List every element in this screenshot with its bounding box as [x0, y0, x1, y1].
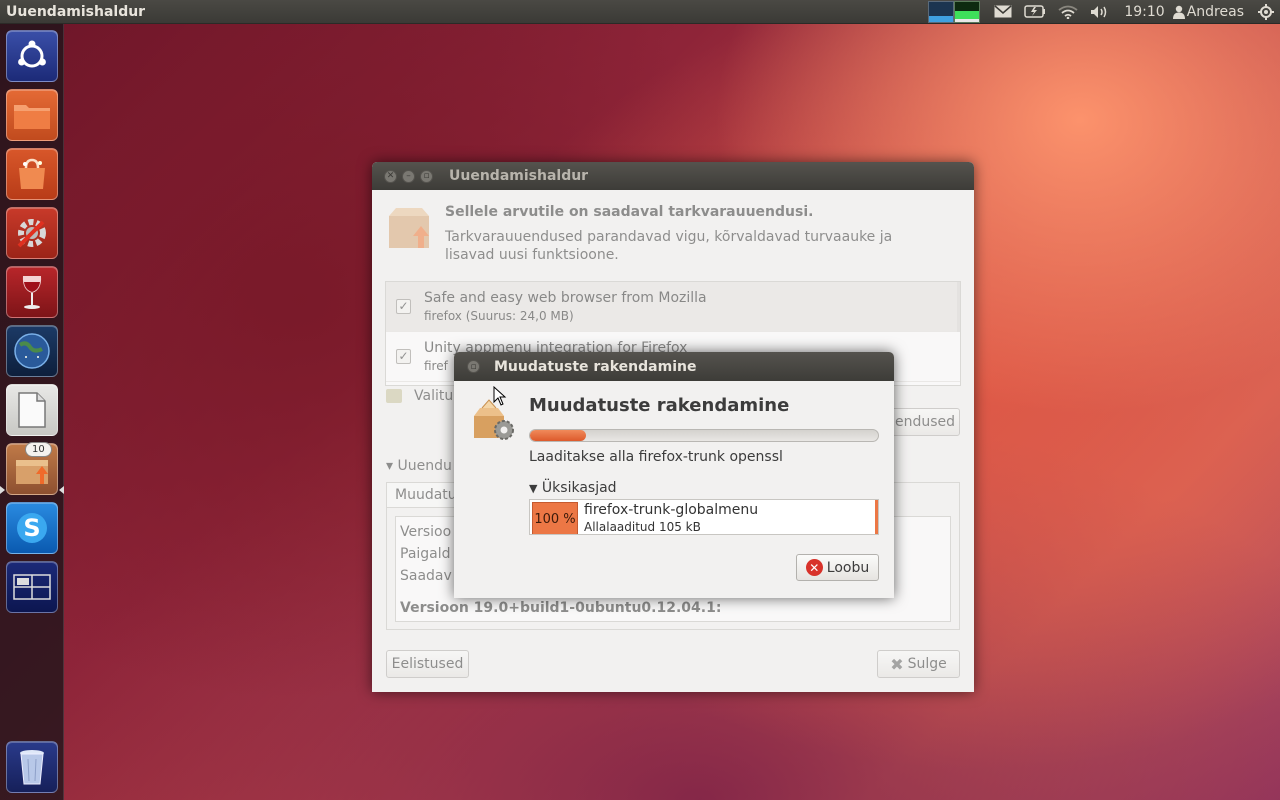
download-progress-bar: [529, 429, 879, 442]
download-percent: 100 %: [532, 502, 578, 534]
mail-icon[interactable]: [988, 0, 1018, 24]
memory-graph: [954, 0, 981, 23]
package-update-icon: [389, 208, 429, 248]
update-manager-icon[interactable]: 10: [6, 442, 58, 495]
close-button-label: Sulge: [907, 656, 947, 672]
active-app-title: Uuendamishaldur: [6, 3, 146, 20]
update-count-badge: 10: [25, 442, 52, 457]
launcher-active-pip: [0, 486, 5, 494]
expander-arrow-icon: ▼: [529, 482, 538, 495]
update-subtitle: firef: [424, 359, 448, 373]
description-expander[interactable]: ▾ Uuendu: [386, 458, 452, 474]
trash-icon[interactable]: [6, 741, 58, 793]
main-window-title: Uuendamishaldur: [449, 168, 589, 184]
top-panel: Uuendamishaldur 19:10 Andreas: [0, 0, 1280, 24]
main-window-heading: Sellele arvutile on saadaval tarkvarauue…: [445, 204, 814, 220]
close-window-button[interactable]: ✕: [384, 169, 397, 183]
session-gear-icon[interactable]: [1250, 0, 1280, 24]
dialog-maximize-button[interactable]: ▫: [467, 360, 480, 373]
details-scrollbar[interactable]: [875, 500, 878, 534]
cancel-x-icon: ✕: [805, 559, 823, 576]
workspace-switcher-icon[interactable]: [6, 561, 58, 613]
update-title: Safe and easy web browser from Mozilla: [424, 290, 707, 306]
small-package-icon: [386, 389, 402, 403]
mouse-pointer-icon: [493, 386, 507, 406]
install-updates-button[interactable]: endused: [884, 408, 960, 436]
minimize-window-button[interactable]: –: [402, 169, 415, 183]
install-updates-label: endused: [894, 414, 955, 430]
changelog-version: Versioon 19.0+build1-0ubuntu0.12.04.1:: [400, 600, 722, 616]
cancel-button[interactable]: ✕ Loobu: [796, 554, 879, 581]
settings-button-label: Eelistused: [391, 656, 464, 672]
main-window-titlebar[interactable]: ✕ – ▫ Uuendamishaldur: [372, 162, 974, 190]
dash-home-icon[interactable]: [6, 30, 58, 82]
selected-summary-text: Valitu: [414, 388, 454, 404]
battery-icon[interactable]: [1018, 0, 1052, 24]
dialog-title: Muudatuste rakendamine: [494, 358, 697, 375]
cancel-button-label: Loobu: [826, 559, 870, 576]
volume-icon[interactable]: [1084, 0, 1116, 24]
user-menu[interactable]: Andreas: [1187, 4, 1250, 20]
close-x-icon: ✖: [890, 654, 904, 674]
expander-label: Uuendu: [397, 458, 452, 474]
selected-summary: Valitu: [386, 388, 453, 404]
launcher: 10 S: [0, 24, 64, 800]
libreoffice-document-icon[interactable]: [6, 384, 58, 436]
update-subtitle: firefox (Suurus: 24,0 MB): [424, 309, 574, 323]
wifi-icon[interactable]: [1052, 0, 1084, 24]
svg-text:S: S: [23, 514, 40, 542]
progress-status-text: Laaditakse alla firefox-trunk openssl: [529, 449, 783, 465]
download-package-name: firefox-trunk-globalmenu: [584, 502, 759, 518]
skype-icon[interactable]: S: [6, 502, 58, 554]
update-checkbox[interactable]: ✓: [396, 349, 411, 364]
system-settings-icon[interactable]: [6, 207, 58, 259]
update-checkbox[interactable]: ✓: [396, 299, 411, 314]
launcher-focus-pip: [59, 486, 64, 494]
progress-fill: [530, 430, 586, 441]
dialog-titlebar[interactable]: ▫ Muudatuste rakendamine: [454, 352, 894, 381]
software-center-bag-icon[interactable]: [6, 148, 58, 200]
close-button[interactable]: ✖ Sulge: [877, 650, 960, 678]
download-details-list[interactable]: 100 % firefox-trunk-globalmenu Allalaadi…: [529, 499, 879, 535]
details-expander-label: Üksikasjad: [541, 480, 617, 496]
applying-changes-dialog: ▫ Muudatuste rakendamine Muudatuste rake…: [454, 352, 894, 598]
web-browser-globe-icon[interactable]: [6, 325, 58, 377]
expander-arrow-icon: ▾: [386, 458, 394, 474]
wine-glass-icon[interactable]: [6, 266, 58, 318]
download-size-text: Allalaaditud 105 kB: [584, 520, 701, 534]
user-icon[interactable]: [1172, 0, 1187, 24]
update-row[interactable]: ✓ Safe and easy web browser from Mozilla…: [386, 282, 960, 332]
list-scrollbar[interactable]: [957, 282, 960, 332]
system-monitor-indicator[interactable]: [928, 0, 981, 23]
dialog-heading: Muudatuste rakendamine: [529, 395, 790, 416]
settings-button[interactable]: Eelistused: [386, 650, 469, 678]
main-window-description: Tarkvarauuendused parandavad vigu, kõrva…: [445, 229, 893, 263]
cpu-graph: [928, 0, 955, 23]
files-folder-icon[interactable]: [6, 89, 58, 141]
maximize-window-button[interactable]: ▫: [420, 169, 433, 183]
clock[interactable]: 19:10: [1116, 4, 1172, 20]
details-expander[interactable]: ▼ Üksikasjad: [529, 480, 617, 496]
